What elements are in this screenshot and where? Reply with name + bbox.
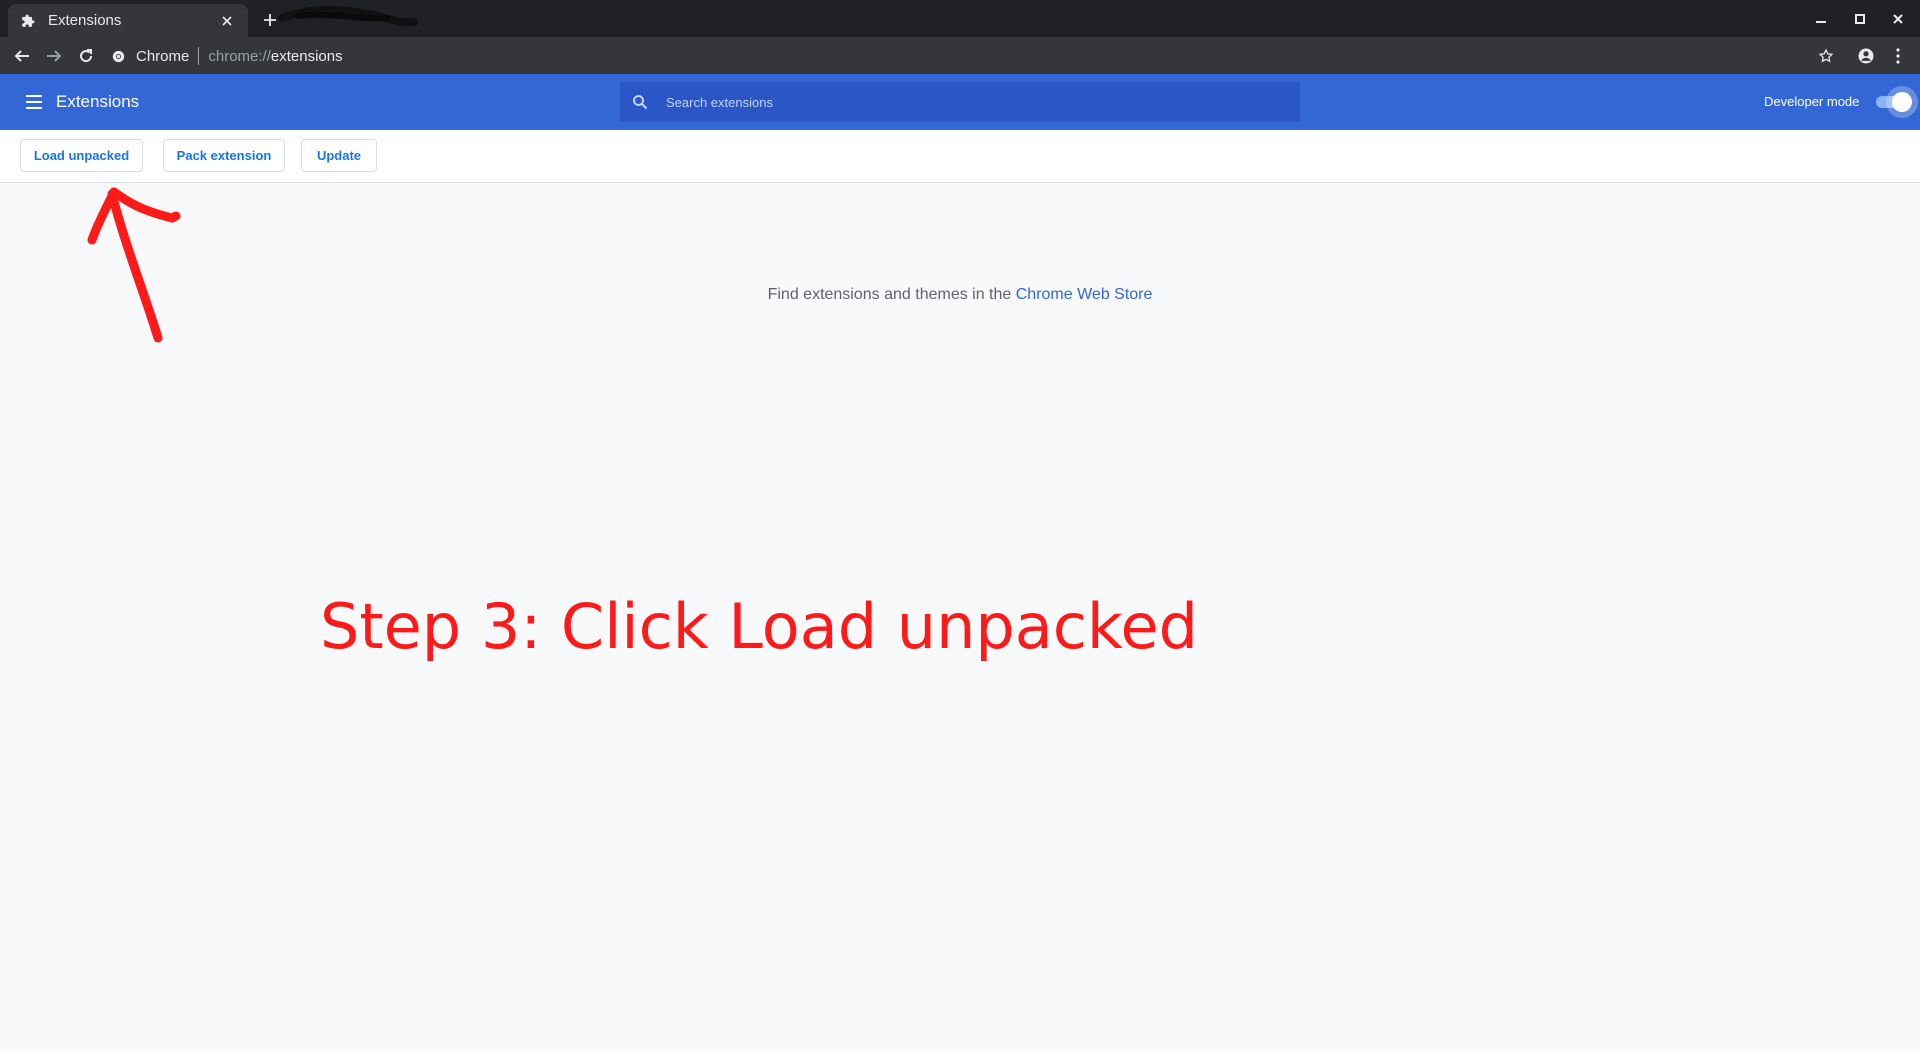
tab-extensions[interactable]: Extensions: [8, 4, 248, 37]
security-chip-label: Chrome: [136, 47, 190, 65]
redaction-scribble: [278, 5, 418, 27]
web-store-prompt: Find extensions and themes in the Chrome…: [0, 286, 1920, 304]
search-icon: [620, 82, 660, 122]
developer-mode-label: Developer mode: [1764, 94, 1860, 109]
url-scheme: chrome://: [208, 47, 271, 65]
extensions-header: Extensions Developer mode: [0, 74, 1920, 130]
omnibox[interactable]: Chrome chrome://extensions: [110, 42, 1810, 70]
update-button[interactable]: Update: [301, 139, 377, 172]
kebab-menu-icon[interactable]: [1884, 42, 1912, 70]
search-box[interactable]: [620, 82, 1300, 122]
close-window-icon[interactable]: [1883, 6, 1913, 32]
developer-mode-toggle[interactable]: [1876, 92, 1912, 112]
hamburger-menu-icon[interactable]: [20, 88, 48, 116]
puzzle-icon: [20, 13, 36, 29]
browser-toolbar: Chrome chrome://extensions: [0, 37, 1920, 74]
pack-extension-button[interactable]: Pack extension: [163, 139, 285, 172]
omnibox-divider: [198, 47, 200, 65]
minimize-icon[interactable]: [1806, 6, 1836, 32]
profile-avatar-icon[interactable]: [1852, 42, 1880, 70]
maximize-icon[interactable]: [1845, 6, 1875, 32]
close-tab-icon[interactable]: [218, 12, 236, 30]
toggle-knob: [1892, 92, 1912, 112]
url-host: extensions: [270, 47, 343, 65]
load-unpacked-button[interactable]: Load unpacked: [20, 139, 143, 172]
page-title: Extensions: [56, 92, 140, 111]
tab-title: Extensions: [48, 12, 122, 29]
chrome-web-store-link[interactable]: Chrome Web Store: [1016, 286, 1153, 303]
search-input[interactable]: [660, 82, 1300, 122]
back-icon[interactable]: [8, 42, 36, 70]
forward-icon[interactable]: [40, 42, 68, 70]
developer-toolbar: Load unpacked Pack extension Update: [0, 130, 1920, 183]
title-bar: Extensions: [0, 0, 1920, 37]
reload-icon[interactable]: [72, 42, 100, 70]
chrome-logo-icon: [110, 48, 126, 64]
bookmark-star-icon[interactable]: [1812, 42, 1840, 70]
annotation-arrow-icon: [87, 187, 181, 343]
annotation-step-text: Step 3: Click Load unpacked: [320, 590, 1199, 663]
web-store-prompt-text: Find extensions and themes in the: [767, 286, 1016, 303]
